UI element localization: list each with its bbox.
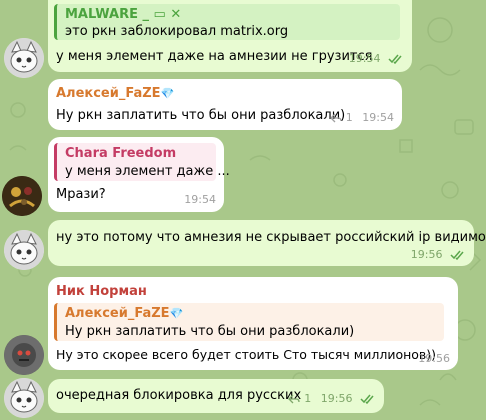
sender-name[interactable]: Ник Норман xyxy=(56,284,147,299)
sender-name-text: Алексей_FaZE xyxy=(56,86,161,101)
double-check-icon xyxy=(360,394,374,404)
message-time: 19:56 xyxy=(418,352,450,365)
message-bubble[interactable]: MALWARE _ ▭ ✕ это ркн заблокировал matri… xyxy=(48,0,412,72)
message-text: очередная блокировка для русских xyxy=(56,388,302,403)
message-time: 19:56 xyxy=(410,248,443,261)
message-bubble[interactable]: Chara Freedom у меня элемент даже ... Мр… xyxy=(48,137,230,212)
message-time: 19:56 xyxy=(320,392,353,405)
message-text: Ну это скорее всего будет стоить Сто тыс… xyxy=(56,347,437,362)
quote-text: Ну ркн заплатить что бы они разблокали) xyxy=(65,324,355,339)
message-text: у меня элемент даже на амнезии не грузит… xyxy=(56,49,373,64)
avatar[interactable] xyxy=(4,378,44,418)
reply-count: 1 xyxy=(345,111,353,124)
message-bubble[interactable]: Алексей_FaZE💎 Ну ркн заплатить что бы он… xyxy=(48,79,402,130)
message-meta: 1 19:54 xyxy=(329,111,394,124)
quote-text: у меня элемент даже ... xyxy=(65,164,230,179)
message-bubble[interactable]: Ник Норман Алексей_FaZE💎 Ну ркн заплатит… xyxy=(48,277,458,370)
reply-count: 1 xyxy=(304,392,312,405)
quote-text: это ркн заблокировал matrix.org xyxy=(65,24,289,39)
reply-quote[interactable]: Chara Freedom у меня элемент даже ... xyxy=(54,143,230,181)
reply-quote[interactable]: MALWARE _ ▭ ✕ это ркн заблокировал matri… xyxy=(54,4,400,40)
premium-diamond-icon: 💎 xyxy=(169,307,184,320)
avatar[interactable] xyxy=(4,335,44,375)
avatar[interactable] xyxy=(2,176,42,216)
message-time: 19:54 xyxy=(184,193,216,206)
premium-diamond-icon: 💎 xyxy=(160,87,175,100)
quote-author: Chara Freedom xyxy=(65,146,177,161)
avatar[interactable] xyxy=(4,38,44,78)
message-text: Ну ркн заплатить что бы они разблокали) xyxy=(56,108,346,123)
avatar[interactable] xyxy=(4,230,44,270)
message-text: ну это потому что амнезия не скрывает ро… xyxy=(56,230,486,245)
reply-count-icon[interactable] xyxy=(288,394,300,404)
message-bubble[interactable]: ну это потому что амнезия не скрывает ро… xyxy=(48,220,486,266)
message-time: 19:54 xyxy=(362,111,394,124)
reply-quote[interactable]: Алексей_FaZE💎 Ну ркн заплатить что бы он… xyxy=(54,303,444,341)
message-meta: 1 19:56 xyxy=(288,392,376,405)
quote-author: Алексей_FaZE💎 xyxy=(65,306,183,321)
message-meta: 19:56 xyxy=(411,248,466,261)
quote-author: MALWARE _ ▭ ✕ xyxy=(65,7,182,22)
double-check-icon xyxy=(388,54,402,64)
message-text: Мрази? xyxy=(56,187,106,202)
message-time: 19:54 xyxy=(348,52,381,65)
double-check-icon xyxy=(450,250,464,260)
message-bubble[interactable]: очередная блокировка для русских 1 19:56 xyxy=(48,379,384,413)
quote-author-text: Алексей_FaZE xyxy=(65,306,170,321)
sender-name[interactable]: Алексей_FaZE💎 xyxy=(56,86,174,101)
reply-count-icon[interactable] xyxy=(329,113,342,123)
message-meta: 19:54 xyxy=(349,52,404,65)
